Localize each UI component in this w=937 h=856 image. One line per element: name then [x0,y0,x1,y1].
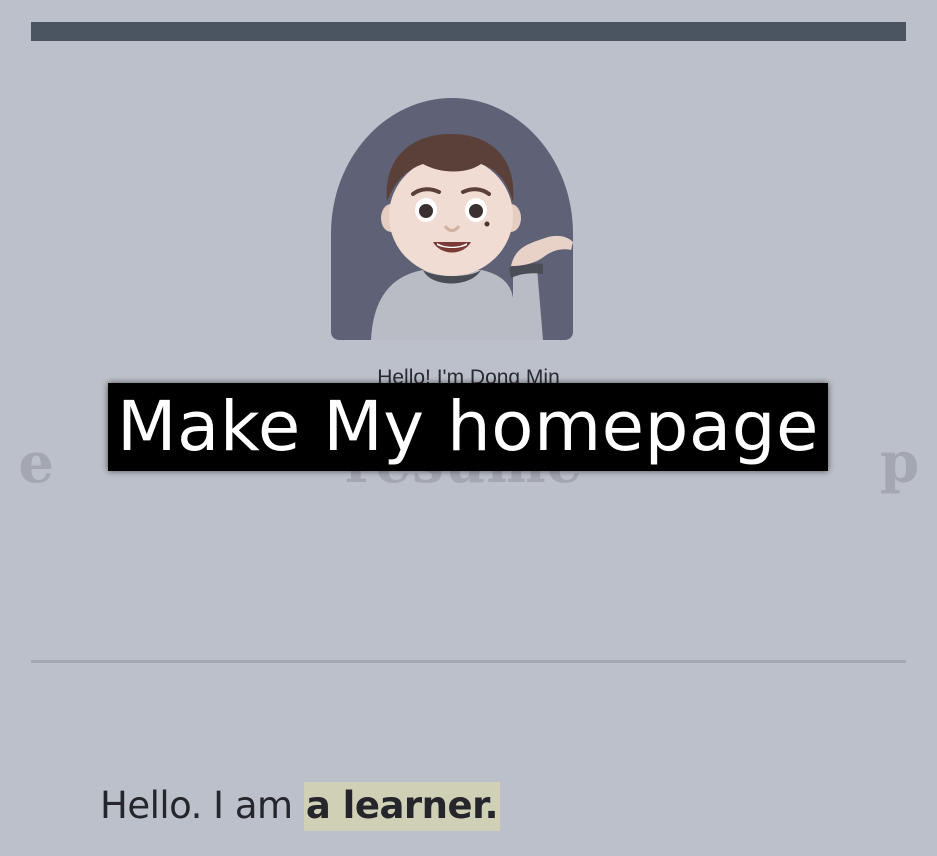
intro-highlight: a learner. [303,782,501,831]
profile-avatar [331,98,573,340]
intro-prefix: Hello. I am [100,784,304,827]
caption-overlay: Make My homepage [108,383,828,471]
caption-text: Make My homepage [117,387,819,467]
carousel-item-next[interactable]: p [880,430,937,496]
header-bar [31,22,906,41]
section-divider [31,660,906,663]
carousel-item-previous[interactable]: e [0,430,55,496]
memoji-avatar-icon [371,134,573,340]
intro-text: Hello. I am a learner. [100,782,501,831]
